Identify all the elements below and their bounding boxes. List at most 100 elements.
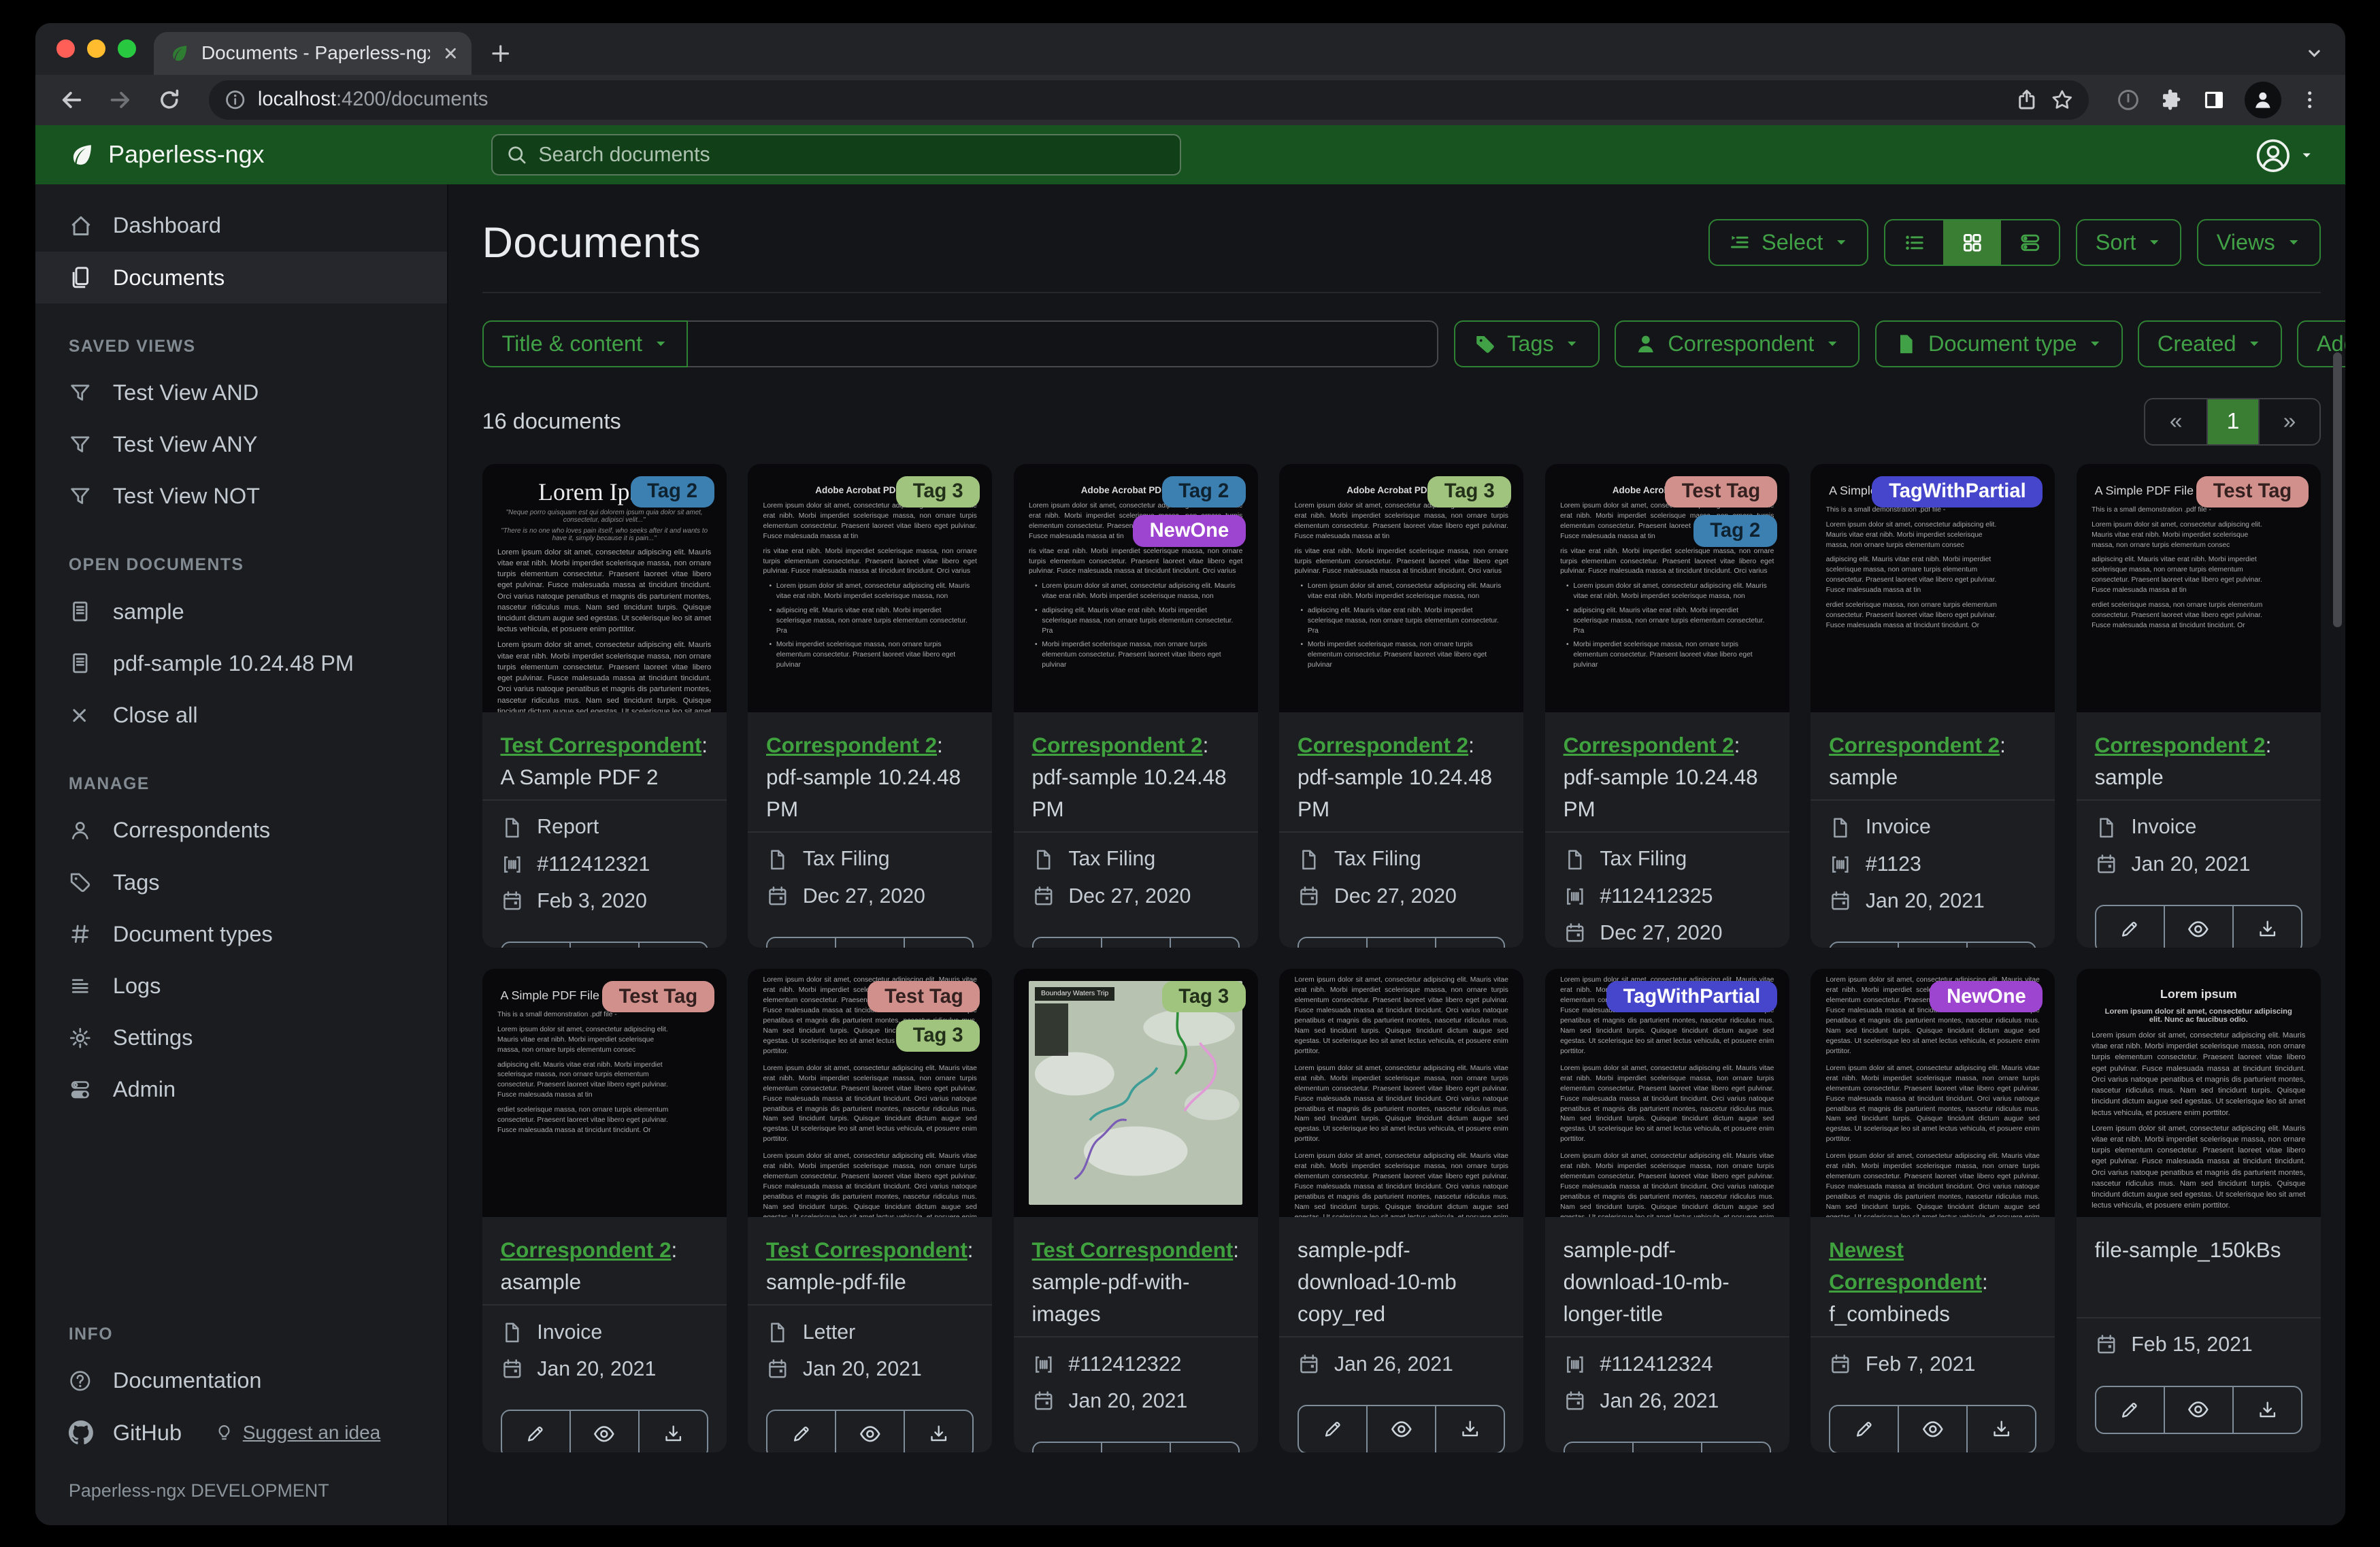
- view-button[interactable]: [569, 943, 638, 948]
- correspondent-link[interactable]: Test Correspondent: [1032, 1238, 1234, 1262]
- suggest-an-idea-link[interactable]: Suggest an idea: [215, 1422, 380, 1444]
- maximize-window-button[interactable]: [117, 39, 136, 59]
- correspondent-link[interactable]: Correspondent 2: [766, 733, 937, 757]
- current-page[interactable]: 1: [2206, 399, 2259, 444]
- document-thumbnail[interactable]: Lorem ipsum dolor sit amet, consectetur …: [1279, 968, 1524, 1218]
- document-card[interactable]: Lorem ipsum dolor sit amet, consectetur …: [748, 968, 993, 1452]
- search-input[interactable]: [538, 143, 1166, 167]
- url-bar[interactable]: localhost:4200/documents: [209, 80, 2089, 120]
- edit-button[interactable]: [767, 938, 835, 947]
- document-thumbnail[interactable]: A Simple PDF FileThis is a small demonst…: [482, 968, 727, 1218]
- document-card[interactable]: Adobe Acrobat PDF FilesLorem ipsum dolor…: [1279, 463, 1524, 948]
- tag-badge[interactable]: Test Tag: [1665, 476, 1777, 508]
- detail-view-button[interactable]: [2001, 220, 2059, 265]
- select-button[interactable]: Select: [1708, 218, 1869, 267]
- views-button[interactable]: Views: [2196, 218, 2321, 267]
- view-button[interactable]: [2163, 1386, 2232, 1433]
- document-card[interactable]: Lorem ipsum dolor sit amet, consectetur …: [1811, 968, 2055, 1452]
- tag-badge[interactable]: Test Tag: [867, 980, 980, 1013]
- correspondent-link[interactable]: Correspondent 2: [1829, 733, 2000, 757]
- tab-close-icon[interactable]: [442, 45, 459, 62]
- sidebar-item-test-view-and[interactable]: Test View AND: [35, 367, 448, 418]
- download-button[interactable]: [1700, 1443, 1770, 1452]
- view-button[interactable]: [569, 1411, 638, 1452]
- document-thumbnail[interactable]: Lorem ipsum Lorem ipsum dolor sit amet, c…: [2076, 968, 2321, 1218]
- browser-tab[interactable]: Documents - Paperless-ngx: [154, 32, 472, 75]
- edit-button[interactable]: [2096, 906, 2164, 947]
- user-menu[interactable]: [2255, 137, 2314, 174]
- correspondent-link[interactable]: Correspondent 2: [1298, 733, 1468, 757]
- tag-badge[interactable]: Test Tag: [2196, 476, 2309, 508]
- document-thumbnail[interactable]: Adobe Acrobat PDF FilesLorem ipsum dolor…: [748, 463, 993, 713]
- app-brand[interactable]: Paperless-ngx: [35, 141, 265, 169]
- new-tab-button[interactable]: [490, 32, 511, 75]
- document-card[interactable]: Lorem ipsum Lorem ipsum dolor sit amet, c…: [2076, 968, 2321, 1452]
- sidebar-item-test-view-not[interactable]: Test View NOT: [35, 471, 448, 522]
- download-button[interactable]: [2232, 906, 2301, 948]
- edit-button[interactable]: [767, 1411, 835, 1452]
- created-filter-button[interactable]: Created: [2138, 320, 2282, 368]
- tag-badge[interactable]: Tag 2: [1161, 476, 1246, 508]
- document-card[interactable]: Adobe Acrobat PDF FilesLorem ipsum dolor…: [1544, 463, 1789, 948]
- sidebar-item-github[interactable]: GitHub: [35, 1407, 182, 1459]
- reload-button[interactable]: [148, 78, 191, 121]
- download-button[interactable]: [904, 938, 972, 948]
- correspondent-link[interactable]: Test Correspondent: [501, 733, 702, 757]
- correspondent-link[interactable]: Correspondent 2: [1032, 733, 1203, 757]
- scrollbar-thumb[interactable]: [2332, 352, 2343, 627]
- back-button[interactable]: [50, 78, 93, 121]
- sidebar-item-document-types[interactable]: Document types: [35, 908, 448, 960]
- side-panel-icon[interactable]: [2202, 88, 2226, 112]
- sidebar-item-tags[interactable]: Tags: [35, 856, 448, 908]
- view-button[interactable]: [835, 1411, 904, 1452]
- view-button[interactable]: [2163, 906, 2232, 948]
- tag-badge[interactable]: Tag 3: [896, 1020, 980, 1052]
- document-card[interactable]: A Simple PDF FileThis is a small demonst…: [1811, 463, 2055, 948]
- tag-badge[interactable]: Tag 2: [1693, 515, 1777, 547]
- sidebar-item-correspondents[interactable]: Correspondents: [35, 805, 448, 856]
- tags-filter-button[interactable]: Tags: [1453, 320, 1600, 368]
- correspondent-filter-button[interactable]: Correspondent: [1615, 320, 1860, 368]
- download-button[interactable]: [1435, 1406, 1504, 1452]
- document-card[interactable]: Lorem ipsum dolor sit amet, consectetur …: [1544, 968, 1789, 1452]
- title-content-filter-input[interactable]: [688, 320, 1439, 368]
- document-thumbnail[interactable]: Lorem Ipsum "Neque porro quisquam est qui…: [482, 463, 727, 713]
- sidebar-item-dashboard[interactable]: Dashboard: [35, 200, 448, 252]
- edit-button[interactable]: [1034, 1443, 1101, 1452]
- next-page-button[interactable]: »: [2258, 399, 2319, 444]
- sidebar-item-documentation[interactable]: Documentation: [35, 1355, 448, 1407]
- correspondent-link[interactable]: Newest Correspondent: [1829, 1238, 1982, 1294]
- forward-button[interactable]: [99, 78, 142, 121]
- edit-button[interactable]: [1830, 943, 1898, 947]
- view-button[interactable]: [1898, 1406, 1966, 1452]
- view-button[interactable]: [1366, 938, 1435, 948]
- correspondent-link[interactable]: Correspondent 2: [2095, 733, 2266, 757]
- view-button[interactable]: [1632, 1443, 1701, 1452]
- tag-badge[interactable]: Test Tag: [601, 980, 714, 1013]
- view-button[interactable]: [1898, 943, 1966, 948]
- document-card[interactable]: Adobe Acrobat PDF FilesLorem ipsum dolor…: [748, 463, 993, 948]
- tag-badge[interactable]: NewOne: [1132, 515, 1246, 547]
- tag-badge[interactable]: Tag 3: [896, 476, 980, 508]
- document-thumbnail[interactable]: Adobe Acrobat PDF FilesLorem ipsum dolor…: [1013, 463, 1258, 713]
- browser-menu-icon[interactable]: [2299, 89, 2320, 110]
- document-thumbnail[interactable]: Adobe Acrobat PDF FilesLorem ipsum dolor…: [1279, 463, 1524, 713]
- correspondent-link[interactable]: Correspondent 2: [501, 1238, 672, 1262]
- bookmark-star-icon[interactable]: [2051, 88, 2074, 112]
- document-card[interactable]: A Simple PDF FileThis is a small demonst…: [482, 968, 727, 1452]
- site-info-icon[interactable]: [225, 89, 246, 110]
- document-thumbnail[interactable]: Boundary Waters Trip Tag 3: [1013, 968, 1258, 1218]
- tag-badge[interactable]: TagWithPartial: [1606, 980, 1777, 1013]
- correspondent-link[interactable]: Correspondent 2: [1564, 733, 1734, 757]
- document-thumbnail[interactable]: Lorem ipsum dolor sit amet, consectetur …: [748, 968, 993, 1218]
- edit-button[interactable]: [502, 943, 569, 947]
- download-button[interactable]: [1966, 1406, 2035, 1452]
- edit-button[interactable]: [2096, 1387, 2164, 1433]
- edit-button[interactable]: [1299, 1406, 1366, 1452]
- download-button[interactable]: [1435, 938, 1504, 948]
- tag-badge[interactable]: Tag 2: [630, 476, 714, 508]
- sidebar-close-all[interactable]: Close all: [35, 689, 448, 741]
- tag-badge[interactable]: NewOne: [1930, 980, 2043, 1013]
- tag-badge[interactable]: Tag 3: [1427, 476, 1512, 508]
- sidebar-open-doc-sample[interactable]: sample: [35, 586, 448, 637]
